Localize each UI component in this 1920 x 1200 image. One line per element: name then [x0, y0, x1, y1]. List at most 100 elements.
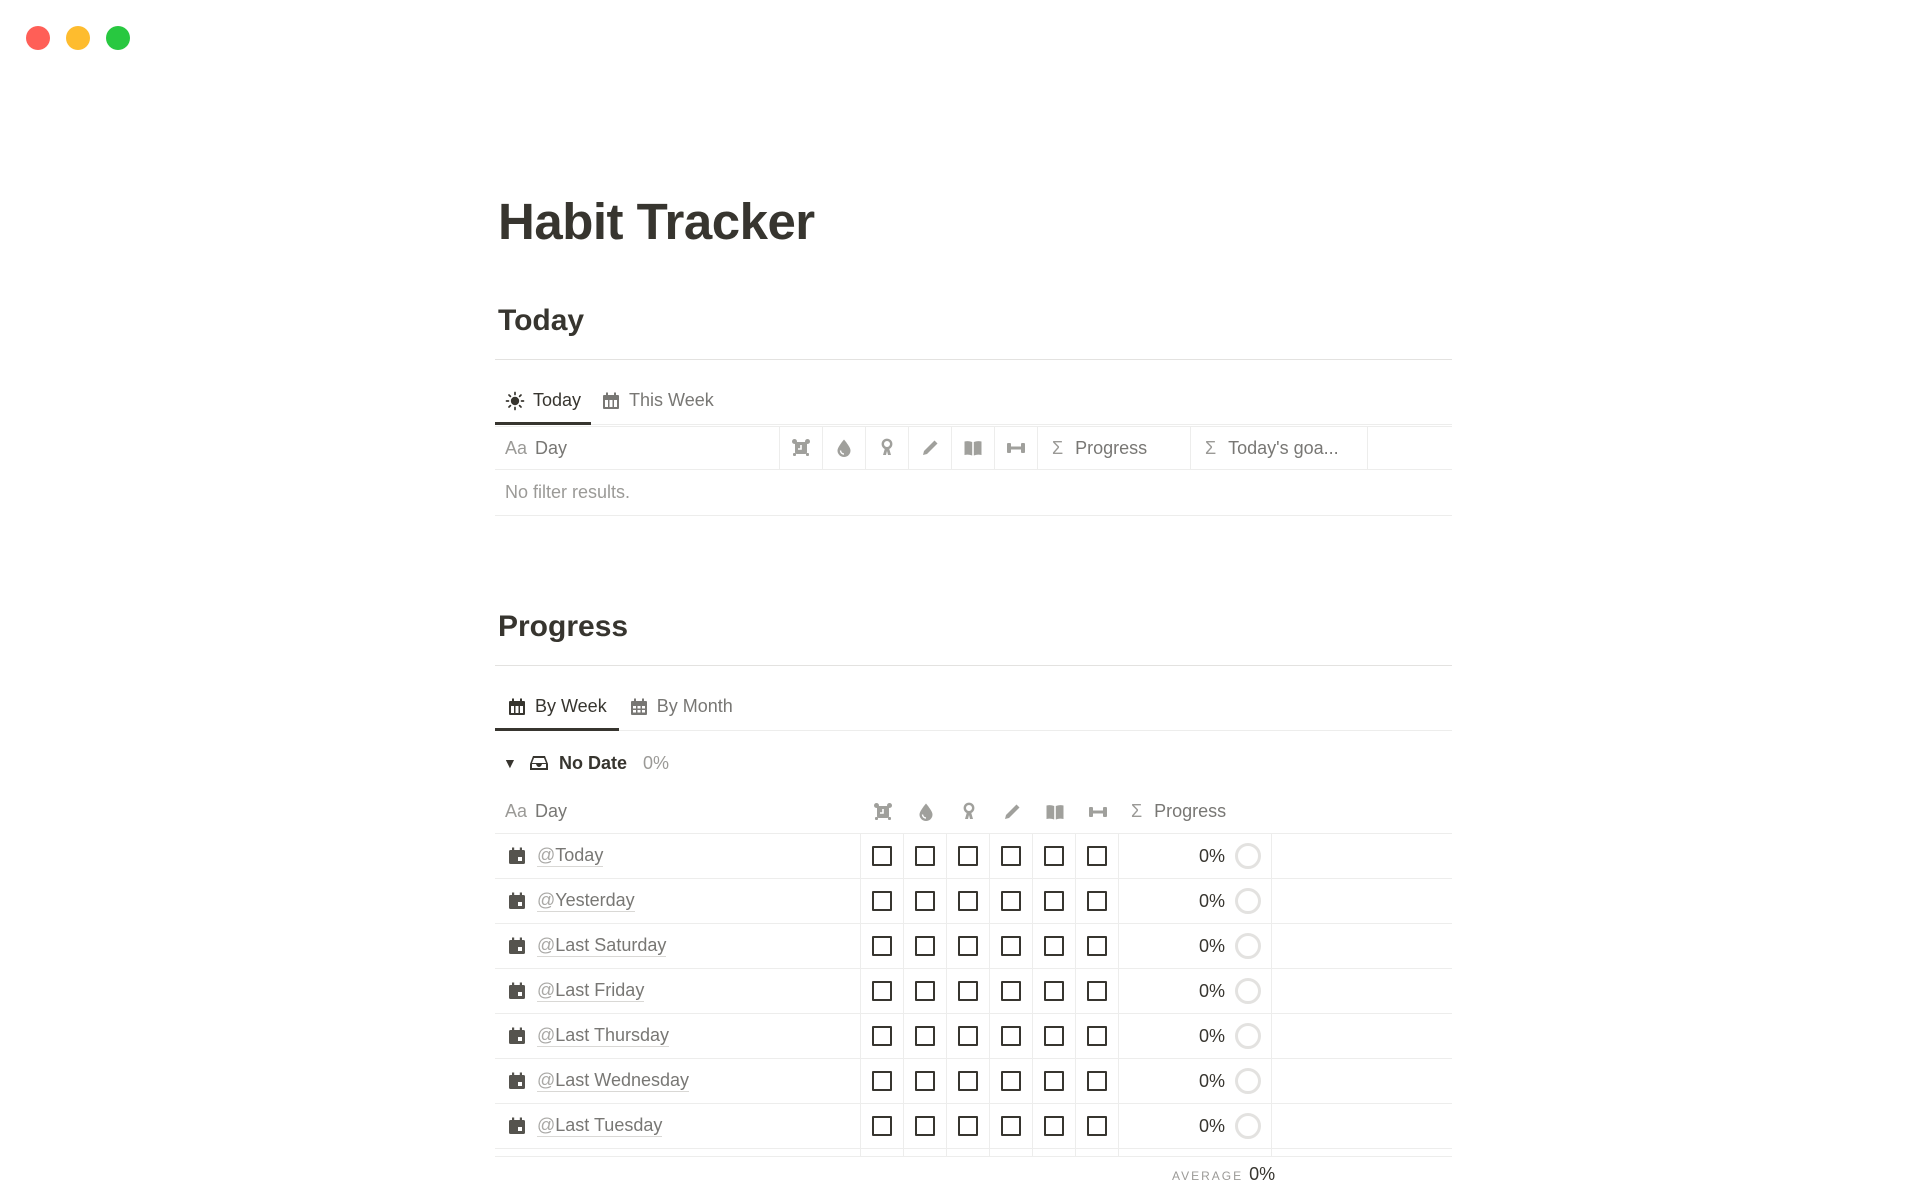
column-header-read[interactable]	[1033, 790, 1076, 833]
day-cell[interactable]: @Last Wednesday	[495, 1059, 861, 1103]
day-cell[interactable]: @Last Tuesday	[495, 1104, 861, 1148]
dumbbell-icon	[1088, 802, 1108, 822]
habit-checkbox[interactable]	[1044, 936, 1064, 956]
habit-checkbox[interactable]	[915, 1071, 935, 1091]
column-header-day[interactable]: Aa Day	[495, 427, 780, 469]
habit-checkbox[interactable]	[915, 936, 935, 956]
habit-checkbox[interactable]	[1001, 891, 1021, 911]
column-header-todays-goal[interactable]: Σ Today's goa...	[1191, 427, 1368, 469]
dumbbell-icon	[1006, 438, 1026, 458]
calendar-icon	[507, 1116, 527, 1136]
tab-label: Today	[533, 390, 582, 410]
column-header-meditate[interactable]	[866, 427, 909, 469]
habit-checkbox[interactable]	[915, 1116, 935, 1136]
habit-checkbox[interactable]	[1044, 1071, 1064, 1091]
habit-checkbox[interactable]	[1001, 846, 1021, 866]
column-header-meditate[interactable]	[947, 790, 990, 833]
column-header-journal[interactable]	[990, 790, 1033, 833]
day-cell[interactable]: @Last Thursday	[495, 1014, 861, 1058]
column-label: Progress	[1075, 437, 1148, 458]
date-mention-link[interactable]: @Last Thursday	[537, 1025, 670, 1047]
habit-checkbox[interactable]	[1001, 1071, 1021, 1091]
habit-checkbox[interactable]	[1044, 891, 1064, 911]
minimize-window-button[interactable]	[66, 26, 90, 50]
habit-checkbox[interactable]	[872, 1071, 892, 1091]
tab-by-month[interactable]: By Month	[619, 683, 743, 730]
habit-checkbox[interactable]	[958, 981, 978, 1001]
habit-checkbox[interactable]	[915, 981, 935, 1001]
day-cell[interactable]: @Last Friday	[495, 969, 861, 1013]
habit-checkbox[interactable]	[1087, 1071, 1107, 1091]
column-header-journal[interactable]	[909, 427, 952, 469]
habit-checkbox[interactable]	[872, 1026, 892, 1046]
column-header-water[interactable]	[904, 790, 947, 833]
habit-checkbox[interactable]	[1044, 846, 1064, 866]
habit-cell	[947, 1104, 990, 1148]
date-mention-link[interactable]: @Yesterday	[537, 890, 635, 912]
column-header-water[interactable]	[823, 427, 866, 469]
alarm-clock-icon	[873, 802, 893, 822]
habit-checkbox[interactable]	[1087, 846, 1107, 866]
habit-checkbox[interactable]	[958, 846, 978, 866]
habit-checkbox[interactable]	[958, 1071, 978, 1091]
table-row[interactable]: @Last Wednesday 0%	[495, 1059, 1452, 1104]
column-header-progress[interactable]: Σ Progress	[1119, 790, 1272, 833]
mention-at: @	[537, 935, 556, 956]
habit-checkbox[interactable]	[1001, 1026, 1021, 1046]
habit-checkbox[interactable]	[1087, 981, 1107, 1001]
habit-checkbox[interactable]	[872, 936, 892, 956]
tab-by-week[interactable]: By Week	[495, 683, 619, 731]
calendar-week-icon	[601, 391, 621, 411]
tab-today[interactable]: Today	[495, 377, 592, 425]
habit-checkbox[interactable]	[1001, 981, 1021, 1001]
habit-checkbox[interactable]	[1001, 1116, 1021, 1136]
date-mention-link[interactable]: @Last Saturday	[537, 935, 667, 957]
collapse-toggle[interactable]: ▼	[503, 755, 519, 771]
habit-checkbox[interactable]	[1087, 936, 1107, 956]
table-row[interactable]: @Yesterday 0%	[495, 879, 1452, 924]
habit-checkbox[interactable]	[958, 1026, 978, 1046]
habit-checkbox[interactable]	[958, 1116, 978, 1136]
habit-checkbox[interactable]	[872, 1116, 892, 1136]
date-mention-link[interactable]: @Last Friday	[537, 980, 645, 1002]
zoom-window-button[interactable]	[106, 26, 130, 50]
habit-checkbox[interactable]	[1087, 1116, 1107, 1136]
day-cell[interactable]: @Last Saturday	[495, 924, 861, 968]
mention-text: Last Saturday	[555, 935, 667, 956]
habit-checkbox[interactable]	[872, 891, 892, 911]
habit-checkbox[interactable]	[1044, 981, 1064, 1001]
habit-checkbox[interactable]	[958, 891, 978, 911]
habit-checkbox[interactable]	[872, 846, 892, 866]
habit-checkbox[interactable]	[872, 981, 892, 1001]
column-header-progress[interactable]: Σ Progress	[1038, 427, 1191, 469]
day-cell[interactable]: @Today	[495, 834, 861, 878]
date-mention-link[interactable]: @Last Tuesday	[537, 1115, 663, 1137]
text-property-icon: Aa	[505, 437, 528, 458]
habit-checkbox[interactable]	[1044, 1026, 1064, 1046]
close-window-button[interactable]	[26, 26, 50, 50]
table-row[interactable]: @Last Thursday 0%	[495, 1014, 1452, 1059]
habit-checkbox[interactable]	[915, 1026, 935, 1046]
habit-checkbox[interactable]	[1087, 891, 1107, 911]
column-header-read[interactable]	[952, 427, 995, 469]
column-header-exercise[interactable]	[1076, 790, 1119, 833]
column-header-wake[interactable]	[780, 427, 823, 469]
table-row[interactable]: @Last Saturday 0%	[495, 924, 1452, 969]
date-mention-link[interactable]: @Last Wednesday	[537, 1070, 690, 1092]
habit-checkbox[interactable]	[1044, 1116, 1064, 1136]
habit-checkbox[interactable]	[915, 891, 935, 911]
table-row[interactable]: @Last Friday 0%	[495, 969, 1452, 1014]
date-mention-link[interactable]: @Today	[537, 845, 604, 867]
column-header-day[interactable]: Aa Day	[495, 790, 861, 833]
table-row[interactable]: @Today 0%	[495, 834, 1452, 879]
habit-checkbox[interactable]	[915, 846, 935, 866]
tab-this-week[interactable]: This Week	[591, 377, 724, 424]
day-cell[interactable]: @Yesterday	[495, 879, 861, 923]
habit-checkbox[interactable]	[1087, 1026, 1107, 1046]
add-column-area[interactable]	[1368, 427, 1452, 469]
column-header-exercise[interactable]	[995, 427, 1038, 469]
column-header-wake[interactable]	[861, 790, 904, 833]
habit-checkbox[interactable]	[1001, 936, 1021, 956]
table-row[interactable]: @Last Tuesday 0%	[495, 1104, 1452, 1149]
habit-checkbox[interactable]	[958, 936, 978, 956]
